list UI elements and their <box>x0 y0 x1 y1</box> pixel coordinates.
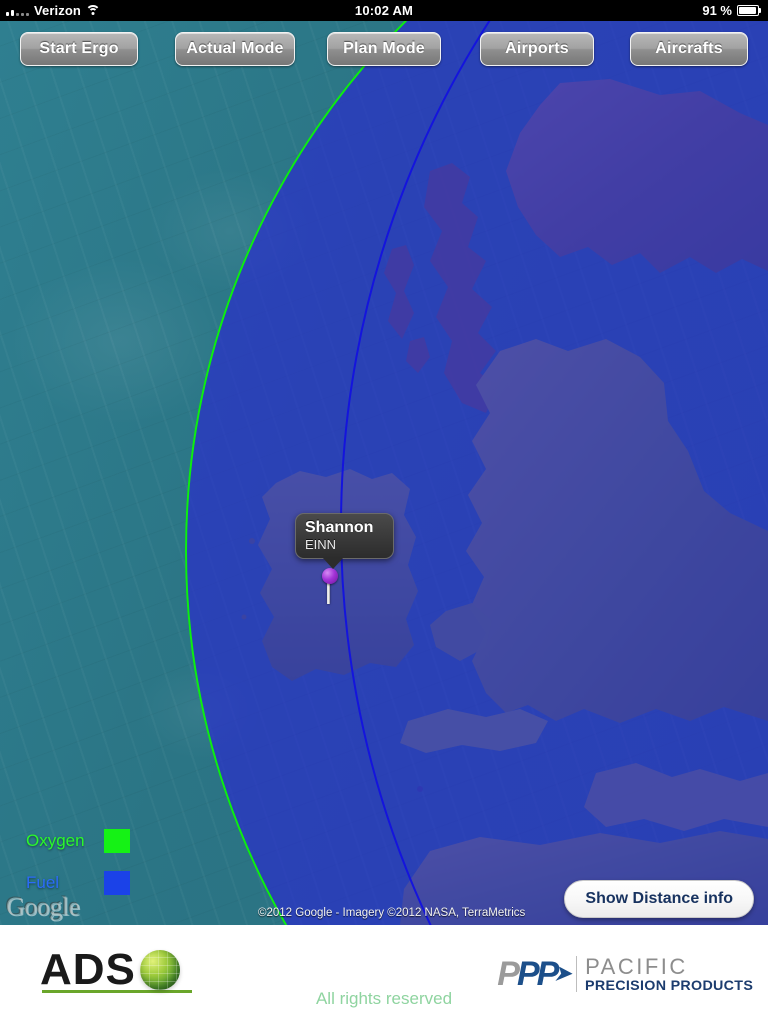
battery-percent-label: 91 % <box>702 3 732 18</box>
callout-tail <box>322 557 344 569</box>
ppp-divider <box>576 955 578 992</box>
aircrafts-button[interactable]: Aircrafts <box>630 32 748 66</box>
battery-icon <box>737 5 762 16</box>
ppp-p1: P <box>497 954 520 993</box>
plan-mode-button[interactable]: Plan Mode <box>327 32 441 66</box>
map-tiles <box>0 21 768 925</box>
ppp-pacific-text: PACIFIC <box>585 954 688 979</box>
islet <box>417 786 423 792</box>
map-attribution: ©2012 Google - Imagery ©2012 NASA, Terra… <box>258 907 526 919</box>
show-distance-info-button[interactable]: Show Distance info <box>564 880 754 918</box>
google-watermark[interactable]: Google <box>6 892 80 922</box>
app-root: Verizon 10:02 AM 91 % Start Ergo Actual … <box>0 0 768 1024</box>
legend-swatch-fuel <box>104 871 130 895</box>
status-bar: Verizon 10:02 AM 91 % <box>0 0 768 21</box>
legend-label-fuel: Fuel <box>26 873 60 892</box>
cornwall-land <box>400 709 548 753</box>
skye-island <box>406 337 430 373</box>
globe-icon <box>139 950 180 990</box>
marker-subtitle: EINN <box>305 537 337 552</box>
status-bar-clock: 10:02 AM <box>354 3 414 18</box>
map-view[interactable]: Start Ergo Actual Mode Plan Mode Airport… <box>0 21 768 925</box>
islet <box>241 614 247 620</box>
ppp-precision-products-text: PRECISION PRODUCTS <box>585 977 754 994</box>
legend-item-fuel: Fuel <box>26 871 130 895</box>
ireland-land <box>258 469 418 681</box>
legend-label-oxygen: Oxygen <box>26 831 85 850</box>
footer-bar: ADS All rights reserved P P P ➤ PACIFIC … <box>0 925 768 1024</box>
actual-mode-button[interactable]: Actual Mode <box>175 32 295 66</box>
pin-head <box>322 568 338 584</box>
scotland-land <box>506 79 768 273</box>
marker-callout[interactable]: Shannon EINN <box>295 513 394 569</box>
status-bar-right: 91 % <box>702 3 762 18</box>
arrow-right-icon: ➤ <box>554 962 571 985</box>
legend-item-oxygen: Oxygen <box>26 829 130 853</box>
islet <box>249 538 255 544</box>
ppp-monogram: P P P ➤ <box>497 954 571 993</box>
normandy-land <box>584 763 768 831</box>
start-ergo-button[interactable]: Start Ergo <box>20 32 138 66</box>
england-land <box>466 339 768 723</box>
ads-logo: ADS <box>40 945 192 995</box>
ppp-p2: P <box>516 954 540 993</box>
legend-swatch-oxygen <box>104 829 130 853</box>
marker-title: Shannon <box>305 519 374 536</box>
map-legend: Oxygen Fuel <box>26 829 130 895</box>
outer-hebrides <box>384 245 414 339</box>
ads-logo-text: ADS <box>40 945 136 994</box>
landmass-layer <box>241 79 768 925</box>
ppp-wordmark: PACIFIC PRECISION PRODUCTS <box>585 954 754 994</box>
ppp-p3: P <box>536 954 560 993</box>
ppp-logo: P P P ➤ PACIFIC PRECISION PRODUCTS <box>497 954 754 994</box>
airports-button[interactable]: Airports <box>480 32 594 66</box>
